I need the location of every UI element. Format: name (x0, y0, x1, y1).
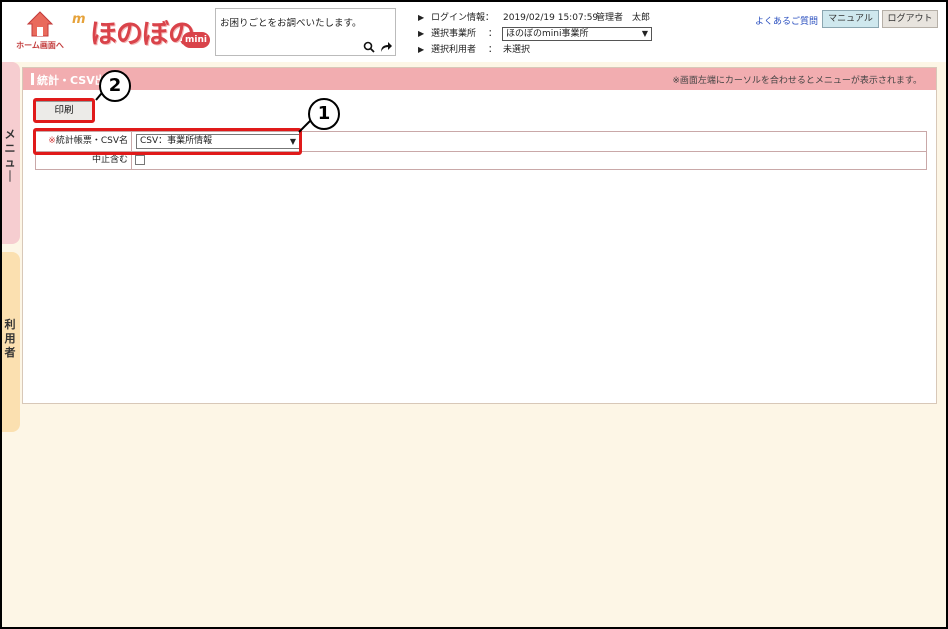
callout-leaders (95, 87, 312, 133)
callout-two: 2 (99, 70, 131, 102)
app-window: ホーム画面へ m ほのぼの mini お困りごとをお調べいたします。 ▶ ログイ… (0, 0, 948, 629)
side-user-label: 利用者 (4, 318, 16, 359)
callout-one: 1 (308, 98, 340, 130)
side-user-tab[interactable]: 利用者 (2, 252, 20, 432)
